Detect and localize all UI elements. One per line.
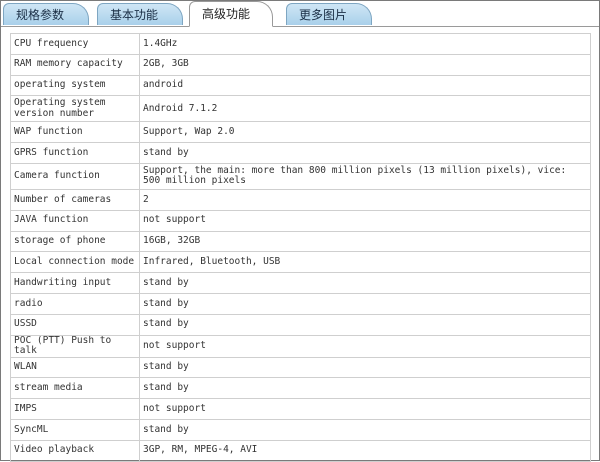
table-row: storage of phone 16GB, 32GB [10, 230, 591, 253]
spec-key: stream media [10, 377, 140, 400]
spec-value: 2 [139, 188, 591, 211]
table-row: RAM memory capacity 2GB, 3GB [10, 53, 591, 76]
tab-specifications[interactable]: 规格参数 [3, 3, 89, 25]
table-row: Local connection mode Infrared, Bluetooth… [10, 251, 591, 274]
spec-key: JAVA function [10, 209, 140, 232]
tab-basic-functions[interactable]: 基本功能 [97, 3, 183, 25]
table-row: CPU frequency 1.4GHz [10, 33, 591, 55]
spec-value: Infrared, Bluetooth, USB [139, 251, 591, 274]
spec-value: stand by [139, 418, 591, 441]
spec-key: USSD [10, 313, 140, 336]
tab-more-pictures[interactable]: 更多图片 [286, 3, 372, 25]
spec-value: not support [139, 334, 591, 358]
spec-key: Local connection mode [10, 251, 140, 274]
table-row: stream media stand by [10, 377, 591, 400]
spec-value: stand by [139, 142, 591, 164]
spec-key: Camera function [10, 162, 140, 190]
spec-value: stand by [139, 313, 591, 336]
spec-key: WAP function [10, 121, 140, 144]
table-row: Operating system version number Android 7… [10, 95, 591, 123]
table-row: Video playback 3GP, RM, MPEG-4, AVI [10, 439, 591, 462]
table-row: Camera function Support, the main: more t… [10, 162, 591, 190]
table-row: POC (PTT) Push to talk not support [10, 334, 591, 358]
spec-key: Video playback [10, 439, 140, 462]
table-row: Number of cameras 2 [10, 188, 591, 211]
spec-value: 1.4GHz [139, 33, 591, 55]
spec-value: stand by [139, 377, 591, 400]
spec-value: 16GB, 32GB [139, 230, 591, 253]
spec-value: Android 7.1.2 [139, 95, 591, 123]
spec-value: stand by [139, 356, 591, 379]
table-row: radio stand by [10, 292, 591, 315]
spec-value: Support, Wap 2.0 [139, 121, 591, 144]
spec-key: CPU frequency [10, 33, 140, 55]
table-row: operating system android [10, 74, 591, 97]
spec-key: WLAN [10, 356, 140, 379]
spec-table: CPU frequency 1.4GHz RAM memory capacity 2… [10, 33, 591, 462]
tab-advanced-functions[interactable]: 高级功能 [189, 1, 273, 27]
spec-key: Number of cameras [10, 188, 140, 211]
spec-panel: 规格参数 基本功能 高级功能 更多图片 CPU frequency 1.4GHz … [0, 0, 600, 462]
table-row: JAVA function not support [10, 209, 591, 232]
table-row: GPRS function stand by [10, 142, 591, 164]
spec-value: android [139, 74, 591, 97]
table-row: WAP function Support, Wap 2.0 [10, 121, 591, 144]
spec-key: Operating system version number [10, 95, 140, 123]
spec-value: stand by [139, 292, 591, 315]
tab-bar: 规格参数 基本功能 高级功能 更多图片 [1, 1, 599, 27]
spec-value: stand by [139, 272, 591, 294]
table-row: IMPS not support [10, 398, 591, 420]
spec-key: operating system [10, 74, 140, 97]
spec-value: not support [139, 209, 591, 232]
table-row: SyncML stand by [10, 418, 591, 441]
spec-value: 3GP, RM, MPEG-4, AVI [139, 439, 591, 462]
spec-value: Support, the main: more than 800 million… [139, 162, 591, 190]
spec-key: IMPS [10, 398, 140, 420]
spec-key: storage of phone [10, 230, 140, 253]
spec-key: SyncML [10, 418, 140, 441]
table-row: Handwriting input stand by [10, 272, 591, 294]
tab-bar-divider [1, 26, 599, 27]
spec-key: GPRS function [10, 142, 140, 164]
spec-key: RAM memory capacity [10, 53, 140, 76]
table-row: USSD stand by [10, 313, 591, 336]
spec-key: Handwriting input [10, 272, 140, 294]
table-row: WLAN stand by [10, 356, 591, 379]
spec-key: POC (PTT) Push to talk [10, 334, 140, 358]
spec-key: radio [10, 292, 140, 315]
spec-value: not support [139, 398, 591, 420]
spec-value: 2GB, 3GB [139, 53, 591, 76]
